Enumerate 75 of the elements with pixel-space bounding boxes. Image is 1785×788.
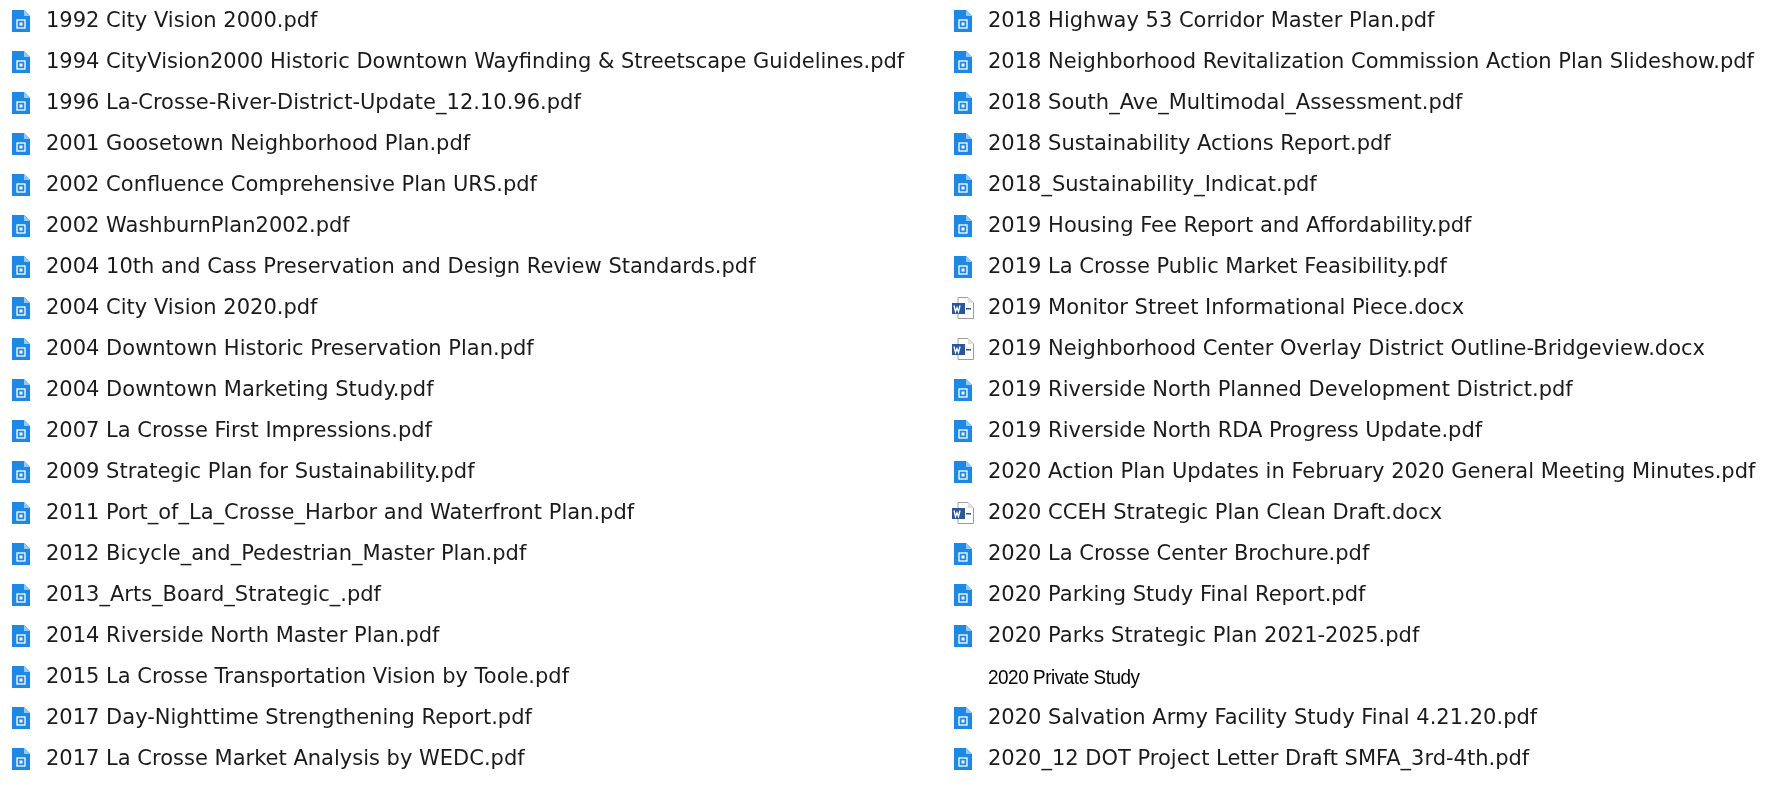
- file-name[interactable]: 2014 Riverside North Master Plan.pdf: [46, 619, 440, 652]
- pdf-file-icon: [12, 542, 30, 565]
- file-name[interactable]: 1996 La-Crosse-River-District-Update_12.10.96.pdf: [46, 86, 581, 119]
- file-name[interactable]: 1994 CityVision2000 Historic Downtown Wayfinding & Streetscape Guidelines.pdf: [46, 45, 905, 78]
- file-name[interactable]: 2020 La Crosse Center Brochure.pdf: [988, 537, 1370, 570]
- file-name[interactable]: 2019 Riverside North Planned Development District.pdf: [988, 373, 1573, 406]
- file-name[interactable]: 2020 Action Plan Updates in February 2020 General Meeting Minutes.pdf: [988, 455, 1756, 488]
- file-name[interactable]: 2004 Downtown Historic Preservation Plan.pdf: [46, 332, 534, 365]
- pdf-file-icon: [954, 583, 972, 606]
- file-name[interactable]: 2004 10th and Cass Preservation and Design Review Standards.pdf: [46, 250, 756, 283]
- pdf-file-icon: [954, 9, 972, 32]
- pdf-file-icon: [12, 9, 30, 32]
- file-name[interactable]: 2018 Sustainability Actions Report.pdf: [988, 127, 1391, 160]
- file-name[interactable]: 2018 Highway 53 Corridor Master Plan.pdf: [988, 4, 1435, 37]
- pdf-file-icon: [12, 173, 30, 196]
- pdf-file-icon: [954, 460, 972, 483]
- file-name[interactable]: 2012 Bicycle_and_Pedestrian_Master Plan.pdf: [46, 537, 527, 570]
- pdf-file-icon: [12, 50, 30, 73]
- file-name[interactable]: 2020 Salvation Army Facility Study Final 4.21.20.pdf: [988, 701, 1538, 734]
- pdf-file-icon: [954, 173, 972, 196]
- file-name[interactable]: 2004 City Vision 2020.pdf: [46, 291, 318, 324]
- file-name[interactable]: 2018 Neighborhood Revitalization Commission Action Plan Slideshow.pdf: [988, 45, 1754, 78]
- pdf-file-icon: [954, 50, 972, 73]
- file-name[interactable]: 2020 Parking Study Final Report.pdf: [988, 578, 1366, 611]
- pdf-file-icon: [12, 132, 30, 155]
- pdf-file-icon: [12, 583, 30, 606]
- pdf-file-icon: [12, 255, 30, 278]
- pdf-file-icon: [954, 255, 972, 278]
- file-name[interactable]: 2017 La Crosse Market Analysis by WEDC.pdf: [46, 742, 525, 775]
- pdf-file-icon: [12, 706, 30, 729]
- pdf-file-icon: [12, 91, 30, 114]
- pdf-file-icon: [954, 624, 972, 647]
- file-name[interactable]: 2001 Goosetown Neighborhood Plan.pdf: [46, 127, 471, 160]
- file-name[interactable]: 2019 Riverside North RDA Progress Update.pdf: [988, 414, 1483, 447]
- file-name[interactable]: 2015 La Crosse Transportation Vision by Toole.pdf: [46, 660, 570, 693]
- word-document-icon: [952, 337, 974, 360]
- file-name[interactable]: 2009 Strategic Plan for Sustainability.pdf: [46, 455, 475, 488]
- pdf-file-icon: [12, 296, 30, 319]
- pdf-file-icon: [12, 501, 30, 524]
- file-name[interactable]: 2002 WashburnPlan2002.pdf: [46, 209, 350, 242]
- pdf-file-icon: [12, 624, 30, 647]
- file-name[interactable]: 1992 City Vision 2000.pdf: [46, 4, 318, 37]
- pdf-file-icon: [954, 706, 972, 729]
- pdf-file-icon: [954, 132, 972, 155]
- file-name[interactable]: 2004 Downtown Marketing Study.pdf: [46, 373, 434, 406]
- file-name[interactable]: 2020_12 DOT Project Letter Draft SMFA_3rd-4th.pdf: [988, 742, 1530, 775]
- pdf-file-icon: [954, 91, 972, 114]
- pdf-file-icon: [12, 419, 30, 442]
- file-name[interactable]: 2017 Day-Nighttime Strengthening Report.pdf: [46, 701, 532, 734]
- pdf-file-icon: [12, 214, 30, 237]
- word-document-icon: [952, 296, 974, 319]
- file-name[interactable]: 2002 Confluence Comprehensive Plan URS.pdf: [46, 168, 537, 201]
- file-name[interactable]: 2020 CCEH Strategic Plan Clean Draft.docx: [988, 496, 1443, 529]
- file-name[interactable]: 2011 Port_of_La_Crosse_Harbor and Waterfront Plan.pdf: [46, 496, 635, 529]
- pdf-file-icon: [954, 747, 972, 770]
- file-name[interactable]: 2019 Monitor Street Informational Piece.docx: [988, 291, 1465, 324]
- file-name[interactable]: 2019 Neighborhood Center Overlay District Outline-Bridgeview.docx: [988, 332, 1705, 365]
- pdf-file-icon: [954, 214, 972, 237]
- pdf-file-icon: [12, 378, 30, 401]
- file-name[interactable]: 2018_Sustainability_Indicat.pdf: [988, 168, 1317, 201]
- pdf-file-icon: [12, 460, 30, 483]
- pdf-file-icon: [954, 419, 972, 442]
- pdf-file-icon: [12, 665, 30, 688]
- file-name[interactable]: 2018 South_Ave_Multimodal_Assessment.pdf: [988, 86, 1463, 119]
- word-document-icon: [952, 501, 974, 524]
- file-name[interactable]: 2013_Arts_Board_Strategic_.pdf: [46, 578, 381, 611]
- folder-label: 2020 Private Study: [988, 663, 1140, 690]
- pdf-file-icon: [954, 378, 972, 401]
- file-name[interactable]: 2020 Parks Strategic Plan 2021-2025.pdf: [988, 619, 1420, 652]
- pdf-file-icon: [954, 542, 972, 565]
- pdf-file-icon: [12, 337, 30, 360]
- file-name[interactable]: 2019 La Crosse Public Market Feasibility.pdf: [988, 250, 1447, 283]
- pdf-file-icon: [12, 747, 30, 770]
- file-name[interactable]: 2019 Housing Fee Report and Affordability.pdf: [988, 209, 1472, 242]
- file-name[interactable]: 2007 La Crosse First Impressions.pdf: [46, 414, 432, 447]
